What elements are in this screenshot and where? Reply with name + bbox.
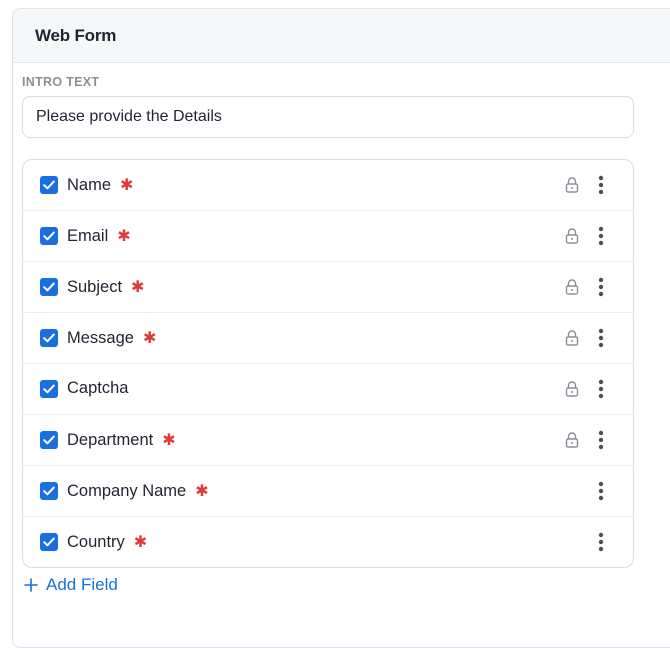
field-row[interactable]: Country ✱ (23, 517, 633, 567)
field-label-text: Department (67, 430, 154, 449)
field-row[interactable]: Department ✱ (23, 415, 633, 466)
lock-icon (564, 329, 580, 347)
fields-list: Name ✱ Email ✱ Subject ✱ Message ✱ Captcha Depart… (22, 159, 634, 568)
field-label: Email ✱ (67, 226, 131, 246)
lock-icon (564, 227, 580, 245)
more-vertical-icon[interactable] (593, 276, 609, 298)
field-label-text: Company Name (67, 481, 187, 500)
field-label: Company Name ✱ (67, 481, 209, 501)
field-label: Name ✱ (67, 175, 133, 195)
field-label: Country ✱ (67, 532, 147, 552)
field-label: Captcha (67, 379, 128, 398)
lock-icon (564, 380, 580, 398)
required-asterisk-icon: ✱ (142, 330, 157, 347)
more-vertical-icon[interactable] (593, 327, 609, 349)
check-icon (43, 180, 55, 190)
field-row[interactable]: Company Name ✱ (23, 466, 633, 517)
required-asterisk-icon: ✱ (120, 177, 134, 194)
check-icon (43, 537, 55, 547)
required-asterisk-icon: ✱ (195, 483, 209, 500)
add-field-label: Add Field (46, 575, 118, 594)
field-row[interactable]: Email ✱ (23, 211, 633, 262)
required-asterisk-icon: ✱ (162, 432, 176, 449)
field-label-text: Subject (67, 277, 123, 296)
field-checkbox[interactable] (40, 380, 58, 398)
field-checkbox[interactable] (40, 533, 58, 551)
field-row[interactable]: Message ✱ (23, 313, 633, 364)
field-label-text: Email (67, 226, 109, 245)
field-label: Message ✱ (67, 328, 156, 348)
field-label-text: Captcha (67, 379, 129, 397)
field-label: Subject ✱ (67, 277, 144, 297)
plus-icon (24, 578, 38, 592)
check-icon (43, 282, 55, 292)
more-vertical-icon[interactable] (593, 378, 609, 400)
more-vertical-icon[interactable] (593, 225, 609, 247)
required-asterisk-icon: ✱ (133, 534, 148, 551)
field-checkbox[interactable] (40, 482, 58, 500)
more-vertical-icon[interactable] (593, 429, 609, 451)
panel-title: Web Form (35, 25, 117, 45)
field-checkbox[interactable] (40, 227, 58, 245)
check-icon (43, 231, 55, 241)
required-asterisk-icon: ✱ (131, 279, 145, 296)
check-icon (43, 435, 55, 445)
more-vertical-icon[interactable] (593, 531, 609, 553)
panel-header: Web Form (13, 9, 670, 63)
field-label-text: Country (67, 532, 125, 551)
field-label-text: Message (67, 328, 134, 347)
field-row[interactable]: Captcha (23, 364, 633, 415)
lock-icon (564, 431, 580, 449)
field-checkbox[interactable] (40, 431, 58, 449)
intro-text-label: INTRO TEXT (22, 75, 100, 89)
field-label-text: Name (67, 175, 112, 194)
field-checkbox[interactable] (40, 176, 58, 194)
more-vertical-icon[interactable] (593, 480, 609, 502)
check-icon (43, 333, 55, 343)
intro-text-input[interactable] (22, 96, 634, 138)
field-row[interactable]: Name ✱ (23, 160, 633, 211)
lock-icon (564, 176, 580, 194)
required-asterisk-icon: ✱ (117, 228, 131, 245)
check-icon (43, 486, 55, 496)
add-field-button[interactable]: Add Field (24, 575, 118, 595)
field-row[interactable]: Subject ✱ (23, 262, 633, 313)
field-checkbox[interactable] (40, 329, 58, 347)
field-checkbox[interactable] (40, 278, 58, 296)
field-label: Department ✱ (67, 430, 176, 450)
check-icon (43, 384, 55, 394)
more-vertical-icon[interactable] (593, 174, 609, 196)
lock-icon (564, 278, 580, 296)
